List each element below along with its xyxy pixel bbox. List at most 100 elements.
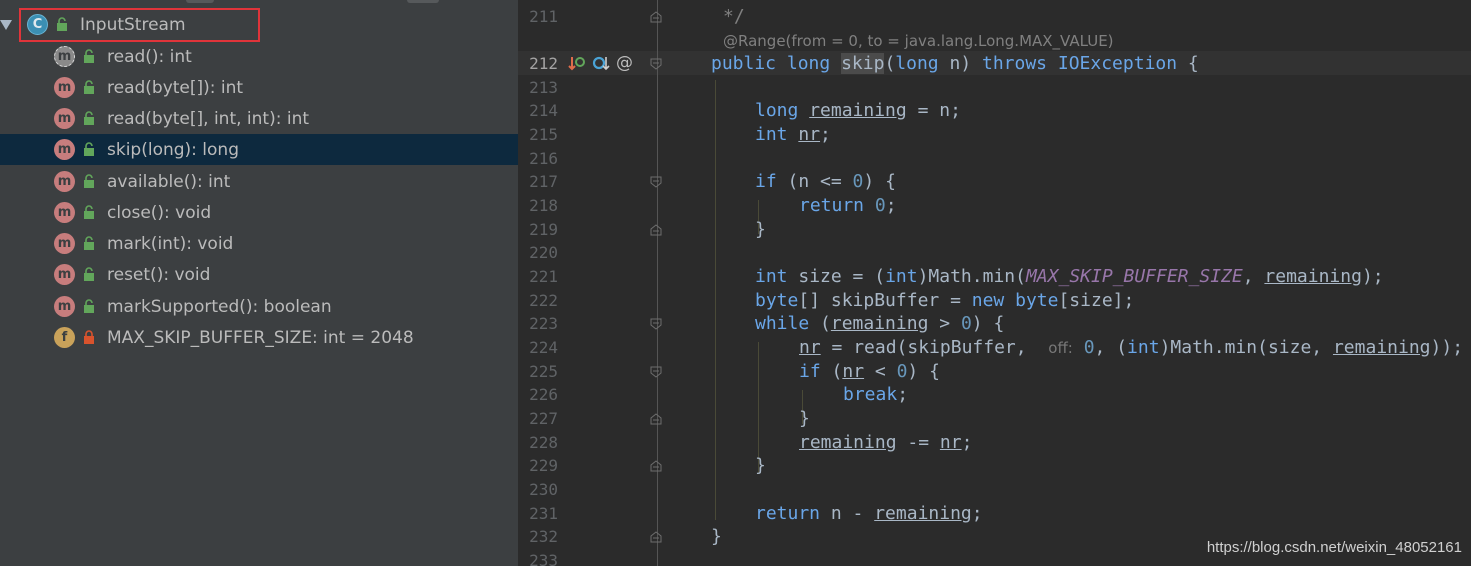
- tree-item-reset[interactable]: m reset(): void: [0, 259, 518, 290]
- expand-arrow-icon[interactable]: [0, 20, 12, 30]
- panel-toolbar-edge: [0, 0, 518, 6]
- code-line-214[interactable]: long remaining = n;: [518, 99, 1471, 123]
- tree-item-available[interactable]: m available(): int: [0, 166, 518, 197]
- tree-item-label: available(): int: [107, 171, 231, 192]
- code-token: n): [938, 53, 982, 74]
- code-token: byte: [755, 290, 799, 311]
- code-token: {: [1177, 53, 1199, 74]
- tree-item-label: skip(long): long: [107, 139, 239, 160]
- parameter-hint: off:: [1048, 339, 1073, 357]
- method-icon: m: [54, 46, 75, 67]
- tree-root-label: InputStream: [80, 14, 186, 35]
- field-icon: f: [54, 327, 75, 348]
- code-line-229[interactable]: }: [518, 454, 1471, 478]
- code-token: while: [755, 313, 810, 334]
- tree-item-close[interactable]: m close(): void: [0, 197, 518, 228]
- code-token: (: [1015, 266, 1026, 287]
- code-token: = n;: [906, 100, 961, 121]
- public-lock-icon: [83, 48, 97, 65]
- code-token: remaining: [874, 503, 972, 524]
- tree-item-label: markSupported(): boolean: [107, 296, 332, 317]
- code-token: return: [755, 503, 821, 524]
- structure-panel: C InputStream m read(): int m read(byte[…: [0, 0, 518, 566]
- code-token: break: [843, 384, 898, 405]
- watermark-url: https://blog.csdn.net/weixin_48052161: [1206, 539, 1462, 556]
- code-editor[interactable]: @ 211 212 213 214 215 216 217 218 219 22…: [518, 0, 1471, 566]
- code-line-217[interactable]: if (n <= 0) {: [518, 170, 1471, 194]
- code-token: if: [799, 361, 821, 382]
- code-token: [size];: [1058, 290, 1135, 311]
- code-line-218[interactable]: return 0;: [518, 194, 1471, 218]
- code-token: public: [711, 53, 777, 74]
- code-token: ;: [897, 384, 909, 405]
- code-token: ) {: [971, 313, 1005, 334]
- tree-item-skip[interactable]: m skip(long): long: [0, 134, 518, 165]
- code-line-221[interactable]: int size = (int)Math.min(MAX_SKIP_BUFFER…: [518, 265, 1471, 289]
- code-token: = read(skipBuffer,: [820, 337, 1049, 358]
- code-token: (: [820, 361, 843, 382]
- code-token: 0: [960, 313, 972, 334]
- line-number: 220: [529, 243, 558, 262]
- tree-item-read-bytes[interactable]: m read(byte[]): int: [0, 72, 518, 103]
- public-lock-icon: [83, 298, 97, 315]
- code-token: min: [982, 266, 1016, 287]
- tree-item-label: close(): void: [107, 202, 212, 223]
- public-lock-icon: [83, 266, 97, 283]
- code-token: (n <=: [776, 171, 853, 192]
- code-line-227[interactable]: }: [518, 407, 1471, 431]
- public-lock-icon: [83, 79, 97, 96]
- tree-item-label: MAX_SKIP_BUFFER_SIZE: int = 2048: [107, 327, 414, 348]
- method-icon: m: [54, 233, 75, 254]
- method-icon: m: [54, 264, 75, 285]
- code-line-231[interactable]: return n - remaining;: [518, 502, 1471, 526]
- code-token: [] skipBuffer =: [798, 290, 972, 311]
- code-token: long: [755, 100, 799, 121]
- tree-root-inputstream[interactable]: C InputStream: [0, 9, 518, 40]
- code-line-215[interactable]: int nr;: [518, 123, 1471, 147]
- code-line-224[interactable]: nr = read(skipBuffer, off: 0, (int)Math.…: [518, 336, 1471, 360]
- code-token: )Math.: [1159, 337, 1225, 358]
- code-line-226[interactable]: break;: [518, 383, 1471, 407]
- code-token: -=: [896, 432, 940, 453]
- inferred-annotation-hint: @Range(from = 0, to = java.lang.Long.MAX…: [723, 32, 1114, 50]
- code-token: nr: [842, 361, 865, 382]
- public-lock-icon: [83, 141, 97, 158]
- method-icon: m: [54, 296, 75, 317]
- code-token: byte: [1015, 290, 1059, 311]
- tree-item-label: mark(int): void: [107, 233, 234, 254]
- line-number: 230: [529, 480, 558, 499]
- code-token: long: [895, 53, 939, 74]
- method-icon: m: [54, 171, 75, 192]
- code-token: remaining: [1332, 337, 1431, 358]
- code-token: (size,: [1257, 337, 1333, 358]
- tree-item-read[interactable]: m read(): int: [0, 41, 518, 72]
- tree-item-mark[interactable]: m mark(int): void: [0, 228, 518, 259]
- tree-item-marksupported[interactable]: m markSupported(): boolean: [0, 291, 518, 322]
- code-token: >: [928, 313, 961, 334]
- code-line-228[interactable]: remaining -= nr;: [518, 431, 1471, 455]
- code-token: ));: [1430, 337, 1464, 358]
- code-line-225[interactable]: if (nr < 0) {: [518, 360, 1471, 384]
- code-line-223[interactable]: while (remaining > 0) {: [518, 312, 1471, 336]
- code-line-222[interactable]: byte[] skipBuffer = new byte[size];: [518, 289, 1471, 313]
- code-token: nr: [799, 337, 821, 358]
- code-line-219[interactable]: }: [518, 218, 1471, 242]
- code-token: }: [799, 408, 810, 429]
- code-token: ;: [820, 124, 831, 145]
- public-lock-icon: [83, 235, 97, 252]
- tree-item-read-bytes-offset[interactable]: m read(byte[], int, int): int: [0, 103, 518, 134]
- code-token: min: [1224, 337, 1258, 358]
- line-number: 213: [529, 78, 558, 97]
- code-line-212[interactable]: public long skip(long n) throws IOExcept…: [518, 52, 1471, 76]
- code-token: }: [711, 526, 722, 547]
- code-token: <: [864, 361, 897, 382]
- code-token: if: [755, 171, 777, 192]
- code-token: int: [1127, 337, 1160, 358]
- tree-item-max-skip-buffer-size[interactable]: f MAX_SKIP_BUFFER_SIZE: int = 2048: [0, 322, 518, 353]
- code-token: (: [809, 313, 831, 334]
- code-token: nr: [939, 432, 962, 453]
- method-icon: m: [54, 77, 75, 98]
- code-token: 0: [896, 361, 908, 382]
